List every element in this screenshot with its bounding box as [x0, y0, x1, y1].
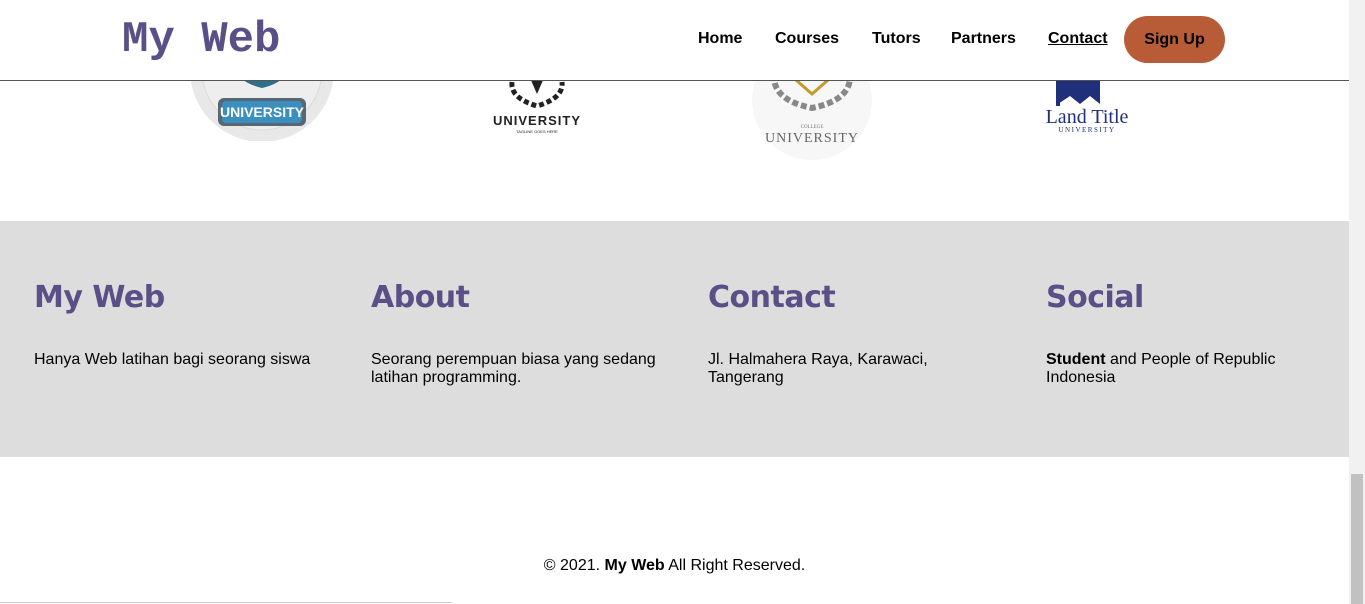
nav-tutors-link[interactable]: Tutors [872, 29, 921, 49]
logo-3-subtext: COLLEGE [801, 125, 824, 130]
logo-4-text: Land Title [1046, 106, 1129, 128]
footer-myweb-title: My Web [34, 280, 165, 315]
logo-1-text: UNIVERSITY [220, 104, 305, 120]
footer-myweb-text: Hanya Web latihan bagi seorang siswa [34, 351, 311, 368]
footer-about-text: Seorang perempuan biasa yang sedang lati… [371, 351, 656, 386]
footer-info-section: My Web Hanya Web latihan bagi seorang si… [0, 221, 1349, 457]
scrollbar-thumb[interactable] [1351, 474, 1363, 604]
footer-contact-title: Contact [708, 280, 836, 315]
copyright-text: © 2021. My Web All Right Reserved. [0, 556, 1349, 576]
logo-2-subtext: TAGLINE GOES HERE [516, 129, 558, 134]
main-nav: Home Courses Tutors Partners Contact Sig… [0, 16, 1349, 63]
nav-courses-link[interactable]: Courses [775, 29, 839, 49]
footer-column-social: Social Student and People of Republic In… [1046, 279, 1336, 387]
logo-4-subtext: UNIVERSITY [1059, 126, 1116, 134]
footer-column-myweb: My Web Hanya Web latihan bagi seorang si… [34, 279, 324, 369]
copyright-brand: My Web [604, 557, 665, 574]
nav-home-link[interactable]: Home [698, 29, 742, 49]
footer-social-text: Student and People of Republic Indonesia [1046, 351, 1336, 387]
nav-partners-link[interactable]: Partners [951, 29, 1016, 49]
nav-contact-link[interactable]: Contact [1048, 29, 1108, 49]
footer-about-title: About [371, 280, 470, 315]
logo-2-text: UNIVERSITY [493, 113, 581, 128]
bottom-divider [0, 602, 452, 603]
logo-3-text: UNIVERSITY [765, 131, 859, 146]
footer-column-contact: Contact Jl. Halmahera Raya, Karawaci, Ta… [708, 279, 998, 387]
footer-social-bold: Student [1046, 351, 1106, 368]
signup-button[interactable]: Sign Up [1124, 16, 1225, 63]
site-header: My Web Home Courses Tutors Partners Cont… [0, 0, 1349, 81]
footer-contact-text: Jl. Halmahera Raya, Karawaci, Tangerang [708, 351, 928, 386]
footer-column-about: About Seorang perempuan biasa yang sedan… [371, 279, 661, 387]
copyright-suffix: All Right Reserved. [664, 557, 806, 574]
copyright-prefix: © 2021. [543, 557, 605, 574]
footer-social-title: Social [1046, 280, 1144, 315]
